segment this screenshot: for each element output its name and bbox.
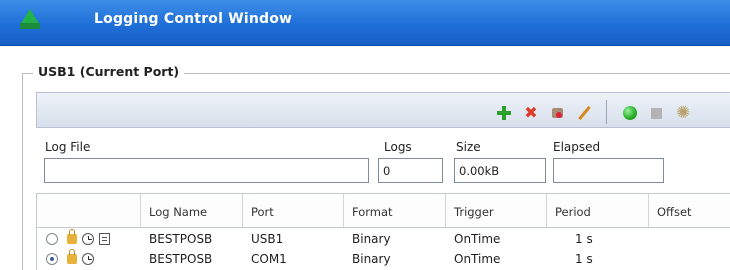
edit-icon[interactable] [577,106,591,120]
lock-icon[interactable] [67,229,77,244]
toolbar-separator [606,100,607,124]
column-divider [242,194,243,228]
trigger-cell: OnTime [454,252,501,266]
column-header-trigger[interactable]: Trigger [454,205,494,219]
add-icon[interactable] [497,106,511,120]
clock-icon[interactable] [82,253,94,265]
port-cell: USB1 [251,232,284,246]
port-cell: COM1 [251,252,287,266]
column-header-port[interactable]: Port [251,205,274,219]
table-header: Log Name Port Format Trigger Period Offs… [37,194,730,228]
size-field[interactable]: 0.00kB [454,158,546,183]
column-header-period[interactable]: Period [555,205,591,219]
column-header-format[interactable]: Format [352,205,393,219]
table-row[interactable]: BESTPOSB COM1 Binary OnTime 1 s [37,249,730,269]
period-cell: 1 s [575,232,593,246]
size-label: Size [456,140,481,154]
column-divider [445,194,446,228]
logs-label: Logs [384,140,412,154]
format-cell: Binary [352,252,391,266]
format-cell: Binary [352,232,391,246]
period-cell: 1 s [575,252,593,266]
window-title: Logging Control Window [94,11,293,27]
log-file-field[interactable] [44,158,369,183]
column-divider [546,194,547,228]
column-divider [648,194,649,228]
trigger-cell: OnTime [454,232,501,246]
column-divider [343,194,344,228]
clock-icon[interactable] [82,233,94,245]
log-table: Log Name Port Format Trigger Period Offs… [36,193,730,270]
settings-icon[interactable]: ✺ [676,105,690,122]
start-icon[interactable] [623,106,637,120]
table-row[interactable]: BESTPOSB USB1 Binary OnTime 1 s [37,229,730,249]
clear-icon[interactable] [550,106,564,120]
log-name-cell: BESTPOSB [149,252,213,266]
lock-icon[interactable] [67,249,77,264]
title-bar: Logging Control Window [0,0,730,46]
elapsed-label: Elapsed [553,140,601,154]
log-file-label: Log File [45,140,91,154]
column-divider [140,194,141,228]
app-logo-icon [20,9,40,29]
document-icon[interactable] [99,233,110,245]
group-label: USB1 (Current Port) [33,64,185,79]
row-select-radio[interactable] [46,233,58,245]
logs-field[interactable]: 0 [378,158,443,183]
log-name-cell: BESTPOSB [149,232,213,246]
row-select-radio[interactable] [46,253,58,265]
column-header-log-name[interactable]: Log Name [149,205,207,219]
elapsed-field[interactable] [553,158,664,183]
column-header-offset[interactable]: Offset [657,205,692,219]
remove-icon[interactable]: ✖ [524,105,538,121]
stop-icon[interactable] [651,108,662,119]
